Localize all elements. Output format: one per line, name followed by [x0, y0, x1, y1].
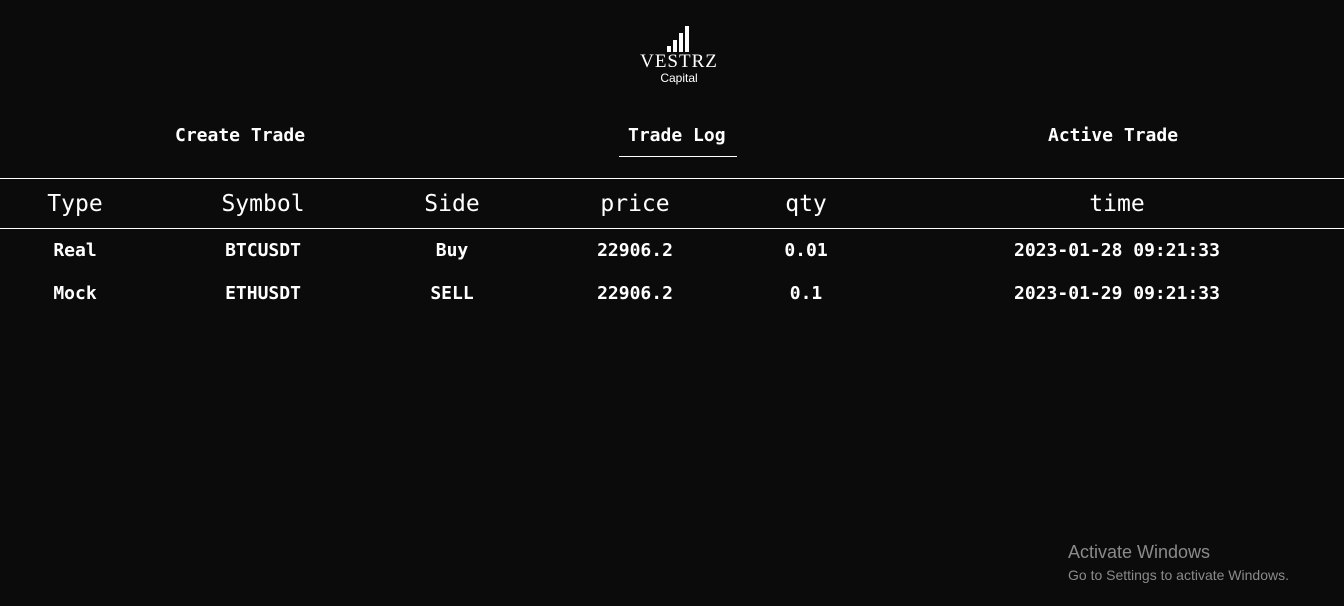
cell-qty: 0.1 [789, 283, 823, 304]
cell-price: 22906.2 [597, 283, 673, 304]
nav-trade-log[interactable]: Trade Log [628, 124, 726, 148]
column-header-time: time [1089, 191, 1145, 217]
nav-active-indicator [619, 156, 737, 157]
cell-time: 2023-01-29 09:21:33 [1014, 283, 1220, 304]
column-header-price: price [600, 191, 670, 217]
cell-type: Real [53, 240, 97, 261]
cell-symbol: ETHUSDT [225, 283, 301, 304]
column-header-qty: qty [785, 191, 827, 217]
cell-side: Buy [435, 240, 469, 261]
nav-create-trade[interactable]: Create Trade [175, 124, 305, 148]
logo-subtitle: Capital [660, 71, 698, 85]
activation-watermark-subtitle: Go to Settings to activate Windows. [1068, 567, 1289, 583]
nav-active-trade[interactable]: Active Trade [1048, 124, 1178, 148]
logo-name: VESTRZ [640, 51, 718, 72]
logo[interactable]: VESTRZ Capital [622, 24, 736, 88]
cell-qty: 0.01 [784, 240, 828, 261]
table-header-divider [0, 228, 1344, 229]
page: VESTRZ Capital Create Trade Trade Log Ac… [0, 0, 1344, 606]
column-header-type: Type [47, 191, 103, 217]
cell-type: Mock [53, 283, 97, 304]
cell-side: SELL [430, 283, 474, 304]
activation-watermark-title: Activate Windows [1068, 542, 1211, 562]
cell-symbol: BTCUSDT [225, 240, 301, 261]
cell-price: 22906.2 [597, 240, 673, 261]
cell-time: 2023-01-28 09:21:33 [1014, 240, 1220, 261]
column-header-symbol: Symbol [221, 191, 305, 217]
column-header-side: Side [424, 191, 480, 217]
table-top-divider [0, 178, 1344, 179]
signal-bars-icon [667, 26, 691, 52]
